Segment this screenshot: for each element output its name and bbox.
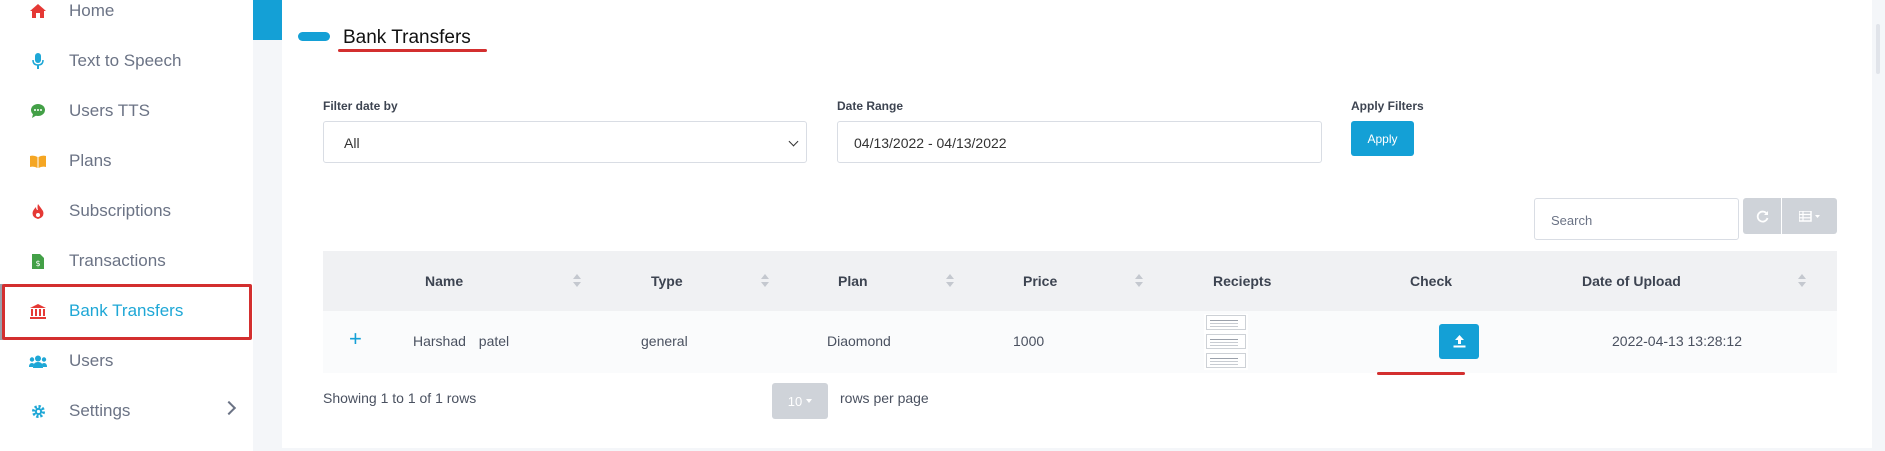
pagination-info: Showing 1 to 1 of 1 rows xyxy=(323,390,477,406)
page-size-value: 10 xyxy=(787,393,803,409)
sidebar-item-bank-transfers[interactable]: Bank Transfers xyxy=(0,286,253,336)
filter-date-label: Filter date by xyxy=(323,99,398,113)
header-accent-strip xyxy=(253,0,282,40)
column-header-type[interactable]: Type xyxy=(651,273,683,289)
sidebar-item-label: Home xyxy=(69,1,115,20)
sidebar-item-label: Transactions xyxy=(69,251,166,270)
sidebar-item-label: Users TTS xyxy=(69,101,150,120)
cell-price: 1000 xyxy=(1013,333,1045,349)
sort-icon[interactable] xyxy=(573,274,581,288)
caret-down-icon xyxy=(806,399,813,403)
sidebar-item-settings[interactable]: Settings xyxy=(0,386,253,436)
search-input[interactable]: Search xyxy=(1534,198,1739,240)
columns-toggle-button[interactable] xyxy=(1782,198,1837,234)
filter-date-select[interactable]: All xyxy=(323,121,807,163)
sidebar-item-label: Subscriptions xyxy=(69,201,172,220)
home-icon xyxy=(28,1,48,21)
apply-filters-label: Apply Filters xyxy=(1351,99,1424,113)
table-columns-icon xyxy=(1798,210,1820,222)
sort-icon[interactable] xyxy=(761,274,769,288)
chevron-right-icon xyxy=(221,400,237,416)
sidebar: Home Text to Speech Users TTS Plans Subs… xyxy=(0,0,253,451)
page-scrollbar[interactable] xyxy=(1873,0,1885,451)
file-dollar-icon: $ xyxy=(28,251,48,271)
rows-per-page-label: rows per page xyxy=(840,390,929,406)
bank-icon xyxy=(28,301,48,321)
column-header-name[interactable]: Name xyxy=(425,273,463,289)
sidebar-item-users[interactable]: Users xyxy=(0,336,253,386)
bank-transfers-card: Bank Transfers Filter date by All Date R… xyxy=(282,0,1872,448)
refresh-icon xyxy=(1756,210,1768,222)
table-row: + Harshad patel general Diaomond 1000 20… xyxy=(323,311,1837,373)
column-header-date-of-upload[interactable]: Date of Upload xyxy=(1582,273,1681,289)
microphone-icon xyxy=(28,51,48,71)
book-icon xyxy=(28,151,48,171)
check-annotation-underline xyxy=(1377,372,1465,375)
fire-icon xyxy=(28,201,48,221)
sidebar-item-label: Bank Transfers xyxy=(69,301,184,320)
filter-date-value: All xyxy=(344,135,360,151)
receipt-thumbnail[interactable] xyxy=(1204,314,1248,370)
sidebar-item-plans[interactable]: Plans xyxy=(0,136,253,186)
sort-icon[interactable] xyxy=(946,274,954,288)
upload-check-button[interactable] xyxy=(1439,324,1479,359)
column-header-check: Check xyxy=(1410,273,1453,289)
title-accent-pill xyxy=(298,32,330,41)
chevron-down-icon xyxy=(788,136,799,147)
sidebar-item-label: Text to Speech xyxy=(69,51,182,70)
date-range-value: 04/13/2022 - 04/13/2022 xyxy=(854,135,1007,151)
sort-icon[interactable] xyxy=(1135,274,1143,288)
upload-icon xyxy=(1453,335,1465,348)
sidebar-item-transactions[interactable]: $ Transactions xyxy=(0,236,253,286)
date-range-label: Date Range xyxy=(837,99,904,113)
chat-icon xyxy=(28,101,48,121)
sidebar-item-label: Users xyxy=(69,351,114,370)
users-icon xyxy=(28,351,48,371)
svg-text:$: $ xyxy=(35,259,40,268)
search-placeholder: Search xyxy=(1551,213,1593,228)
refresh-button[interactable] xyxy=(1743,198,1781,234)
column-header-plan[interactable]: Plan xyxy=(838,273,868,289)
cell-type: general xyxy=(641,333,688,349)
sidebar-item-subscriptions[interactable]: Subscriptions xyxy=(0,186,253,236)
page-size-dropdown[interactable]: 10 xyxy=(772,383,828,419)
cell-name: Harshad patel xyxy=(413,333,510,349)
expand-row-button[interactable]: + xyxy=(349,326,362,352)
sidebar-item-text-to-speech[interactable]: Text to Speech xyxy=(0,36,253,86)
page-title: Bank Transfers xyxy=(343,27,471,48)
sidebar-item-home[interactable]: Home xyxy=(0,0,253,36)
column-header-receipts: Reciepts xyxy=(1213,273,1272,289)
table-header: Name Type Plan Price Reciepts Check Date… xyxy=(323,251,1837,311)
cell-date-of-upload: 2022-04-13 13:28:12 xyxy=(1612,333,1742,349)
sort-icon[interactable] xyxy=(1798,274,1806,288)
sidebar-item-users-tts[interactable]: Users TTS xyxy=(0,86,253,136)
gear-icon xyxy=(28,401,48,421)
title-underline xyxy=(338,49,487,52)
date-range-input[interactable]: 04/13/2022 - 04/13/2022 xyxy=(837,121,1322,163)
column-header-price[interactable]: Price xyxy=(1023,273,1057,289)
sidebar-item-label: Settings xyxy=(69,401,131,420)
active-item-edge xyxy=(0,284,3,340)
sidebar-item-label: Plans xyxy=(69,151,112,170)
cell-plan: Diaomond xyxy=(827,333,891,349)
apply-button[interactable]: Apply xyxy=(1351,121,1414,156)
